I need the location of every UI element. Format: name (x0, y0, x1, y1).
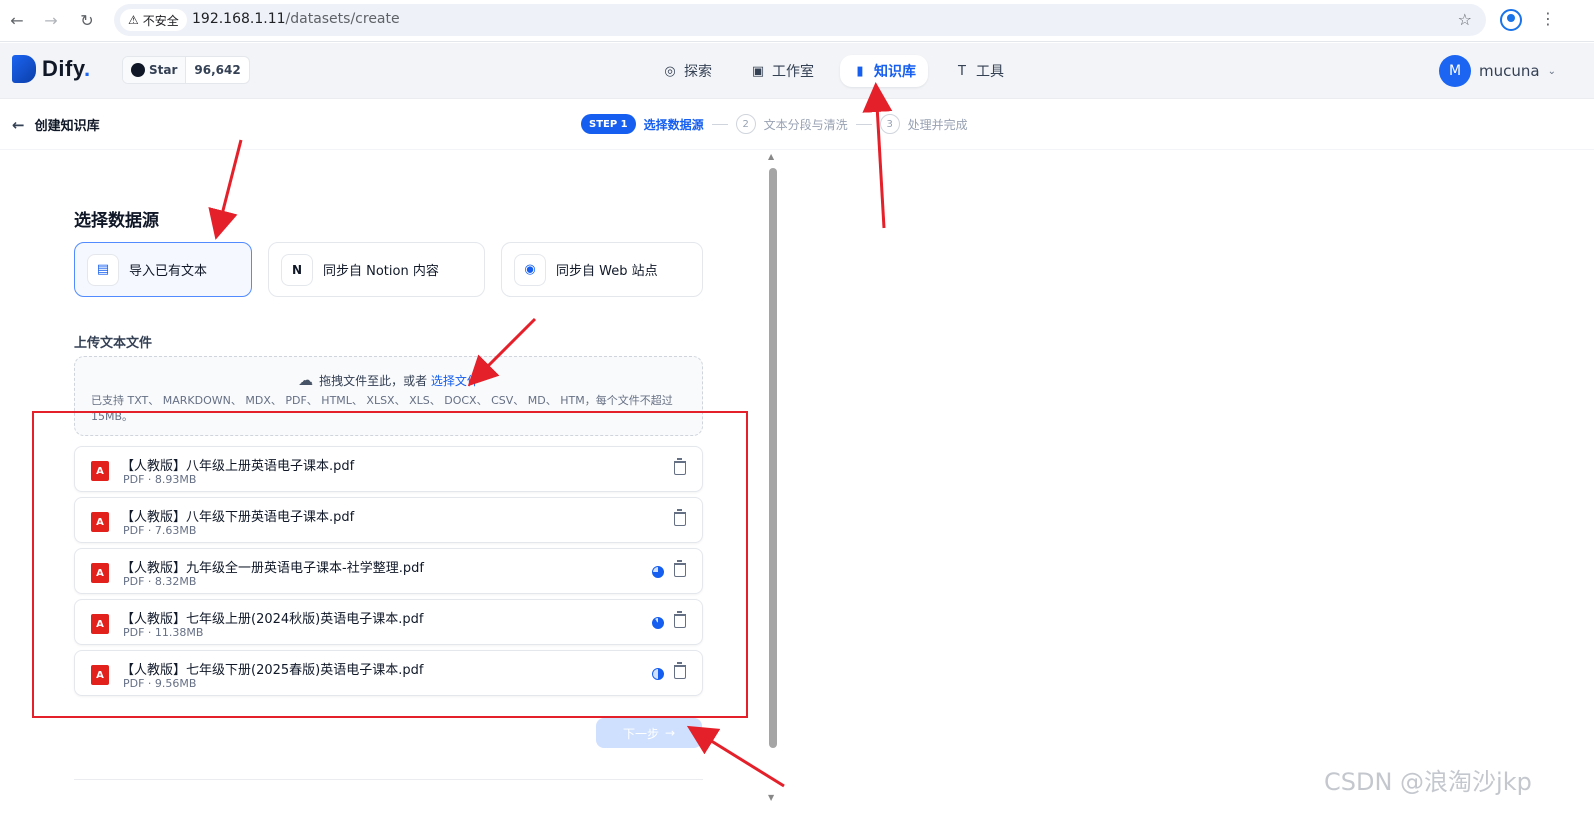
step-3-number: 3 (879, 114, 900, 134)
logo-mark-icon (12, 55, 36, 83)
annotation-box (32, 411, 748, 718)
nav-studio[interactable]: ▣ 工作室 (738, 55, 826, 87)
bookmark-star-icon[interactable]: ☆ (1458, 10, 1472, 29)
reload-icon[interactable]: ↻ (76, 9, 98, 31)
forward-arrow-icon[interactable]: → (40, 9, 62, 31)
browser-toolbar: ← → ↻ ⚠ 不安全 192.168.1.11/datasets/create… (0, 0, 1594, 42)
file-text-icon: ▤ (87, 253, 119, 286)
github-star-button[interactable]: Star 96,642 (122, 56, 250, 84)
dropzone-text-row: ☁ 拖拽文件至此，或者 选择文件 (75, 371, 702, 389)
upload-label: 上传文本文件 (74, 336, 153, 351)
book-icon: ▮ (856, 63, 864, 79)
step-divider (711, 123, 728, 125)
source-notion[interactable]: N 同步自 Notion 内容 (268, 242, 485, 297)
globe-icon: ◉ (514, 253, 546, 286)
logo-word: Dify (42, 56, 84, 81)
warning-icon: ⚠ (128, 13, 139, 27)
cloud-upload-icon: ☁ (298, 371, 314, 389)
nav-explore[interactable]: ◎ 探索 (650, 55, 724, 87)
nav-explore-label: 探索 (684, 64, 712, 80)
url-text[interactable]: 192.168.1.11/datasets/create (192, 11, 400, 27)
step-2-number: 2 (735, 114, 756, 134)
dify-logo[interactable]: Dify. (12, 55, 91, 83)
step-2-label: 文本分段与清洗 (763, 117, 848, 132)
chevron-down-icon: ⌄ (1547, 65, 1556, 77)
scrollbar[interactable]: ▲ ▼ (768, 152, 778, 802)
nav-tools[interactable]: T 工具 (942, 55, 1016, 87)
compass-icon: ◎ (664, 63, 676, 79)
watermark: CSDN @浪淘沙jkp (1324, 768, 1532, 796)
github-star-label-wrap: Star (123, 57, 187, 83)
user-name: mucuna (1479, 62, 1540, 80)
security-chip[interactable]: ⚠ 不安全 (120, 9, 187, 31)
source-web-label: 同步自 Web 站点 (556, 264, 658, 279)
dropzone-text: 拖拽文件至此，或者 (319, 374, 428, 388)
source-notion-label: 同步自 Notion 内容 (323, 264, 439, 279)
page-title: 创建知识库 (34, 119, 100, 134)
nav-knowledge-label: 知识库 (874, 64, 916, 80)
github-star-count: 96,642 (194, 63, 241, 77)
scrollbar-thumb[interactable] (769, 168, 777, 748)
step-1-label: 选择数据源 (643, 117, 704, 132)
divider (74, 779, 703, 780)
top-nav: ◎ 探索 ▣ 工作室 ▮ 知识库 T 工具 (650, 55, 1016, 87)
step-1-badge: STEP 1 (581, 114, 636, 134)
browser-menu-icon[interactable]: ⋮ (1540, 9, 1556, 28)
browser-profile-icon[interactable] (1500, 9, 1522, 31)
nav-tools-label: 工具 (976, 64, 1004, 80)
github-icon (131, 63, 145, 77)
source-import-text-label: 导入已有文本 (129, 264, 208, 279)
section-title: 选择数据源 (74, 211, 159, 231)
app-header: Dify. Star 96,642 ◎ 探索 ▣ 工作室 ▮ 知识库 T 工具 M mu… (0, 43, 1594, 99)
back-to-knowledge[interactable]: ← 创建知识库 (12, 115, 100, 135)
security-label: 不安全 (142, 13, 179, 28)
select-file-link[interactable]: 选择文件 (431, 374, 479, 388)
logo-text: Dify. (42, 56, 91, 82)
back-arrow-icon[interactable]: ← (6, 9, 28, 31)
sub-header: ← 创建知识库 STEP 1 选择数据源 2 文本分段与清洗 3 处理并完成 (0, 100, 1594, 150)
step-3-label: 处理并完成 (907, 117, 968, 132)
step-divider (855, 123, 872, 125)
robot-icon: ▣ (751, 63, 765, 79)
notion-icon: N (281, 253, 313, 286)
nav-studio-label: 工作室 (772, 64, 814, 80)
next-step-button[interactable]: 下一步 → (596, 718, 702, 748)
arrow-left-icon: ← (12, 115, 25, 134)
scroll-down-icon[interactable]: ▼ (768, 793, 774, 802)
source-web[interactable]: ◉ 同步自 Web 站点 (501, 242, 703, 297)
url-path: /datasets/create (285, 11, 400, 27)
scroll-up-icon[interactable]: ▲ (768, 152, 774, 161)
logo-dot: . (83, 56, 91, 81)
hammer-icon: T (958, 63, 966, 79)
url-host: 192.168.1.11 (192, 11, 286, 27)
avatar: M (1439, 55, 1471, 87)
annotation-arrow (208, 139, 243, 240)
source-import-text[interactable]: ▤ 导入已有文本 (74, 242, 252, 297)
address-bar[interactable]: ⚠ 不安全 192.168.1.11/datasets/create ☆ (114, 4, 1486, 36)
next-step-label: 下一步 (622, 726, 659, 741)
stepper: STEP 1 选择数据源 2 文本分段与清洗 3 处理并完成 (581, 114, 968, 134)
arrow-right-icon: → (664, 726, 676, 740)
nav-knowledge[interactable]: ▮ 知识库 (840, 55, 928, 87)
user-menu[interactable]: M mucuna ⌄ (1439, 55, 1556, 87)
github-star-label: Star (149, 63, 178, 77)
